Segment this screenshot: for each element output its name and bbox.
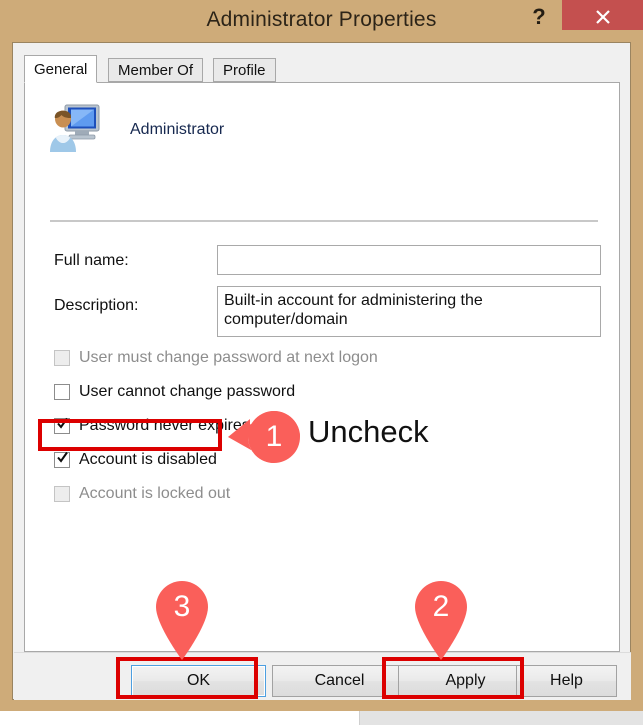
description-label: Description:: [54, 297, 139, 314]
tab-general[interactable]: General: [24, 55, 98, 83]
background-window-panel: [359, 711, 643, 725]
description-input[interactable]: Built-in account for administering the c…: [217, 286, 601, 337]
checkbox-row-account-is-locked-out[interactable]: Account is locked out: [54, 483, 230, 505]
checkbox-row-must-change-password[interactable]: User must change password at next logon: [54, 347, 378, 369]
checkbox-label-password-never-expires: Password never expires: [79, 417, 250, 434]
ok-button[interactable]: OK: [131, 665, 266, 697]
checkbox-account-is-locked-out[interactable]: [54, 486, 70, 502]
checkbox-label-cannot-change-password: User cannot change password: [79, 383, 296, 400]
checkbox-label-account-is-locked-out: Account is locked out: [79, 485, 231, 502]
help-question-icon[interactable]: ?: [521, 2, 557, 32]
full-name-input[interactable]: [217, 245, 601, 275]
checkbox-label-must-change-password: User must change password at next logon: [79, 349, 378, 366]
section-divider: [50, 220, 598, 222]
checkbox-account-is-disabled[interactable]: [54, 451, 70, 468]
user-computer-icon: [50, 104, 100, 152]
account-name: Administrator: [130, 121, 225, 138]
dialog-client-area: General Member Of Profile Administrator: [12, 42, 631, 700]
full-name-label: Full name:: [54, 252, 129, 269]
checkbox-cannot-change-password[interactable]: [54, 384, 70, 400]
tab-strip: General Member Of Profile: [24, 55, 620, 83]
close-button[interactable]: [562, 0, 643, 30]
general-tab-panel: Administrator Full name: Description: Bu…: [24, 82, 620, 652]
annotation-text-uncheck: Uncheck: [308, 414, 429, 449]
checkbox-row-password-never-expires[interactable]: Password never expires: [54, 415, 250, 437]
checkbox-row-cannot-change-password[interactable]: User cannot change password: [54, 381, 295, 403]
checkbox-label-account-is-disabled: Account is disabled: [79, 451, 217, 468]
checkbox-password-never-expires[interactable]: [54, 417, 70, 434]
properties-window: Administrator Properties ? General Membe…: [0, 0, 643, 711]
apply-button[interactable]: Apply: [398, 665, 533, 697]
checkbox-must-change-password[interactable]: [54, 350, 70, 366]
close-icon: [595, 10, 610, 24]
title-bar: Administrator Properties ?: [0, 0, 643, 42]
checkmark-icon: [57, 451, 68, 463]
cancel-button[interactable]: Cancel: [272, 665, 407, 697]
checkbox-row-account-is-disabled[interactable]: Account is disabled: [54, 449, 217, 471]
tab-profile[interactable]: Profile: [213, 58, 276, 82]
dialog-footer: OK Cancel Apply Help: [14, 652, 631, 700]
checkmark-icon: [57, 417, 68, 429]
help-button[interactable]: Help: [516, 665, 617, 697]
tab-member-of[interactable]: Member Of: [108, 58, 204, 82]
